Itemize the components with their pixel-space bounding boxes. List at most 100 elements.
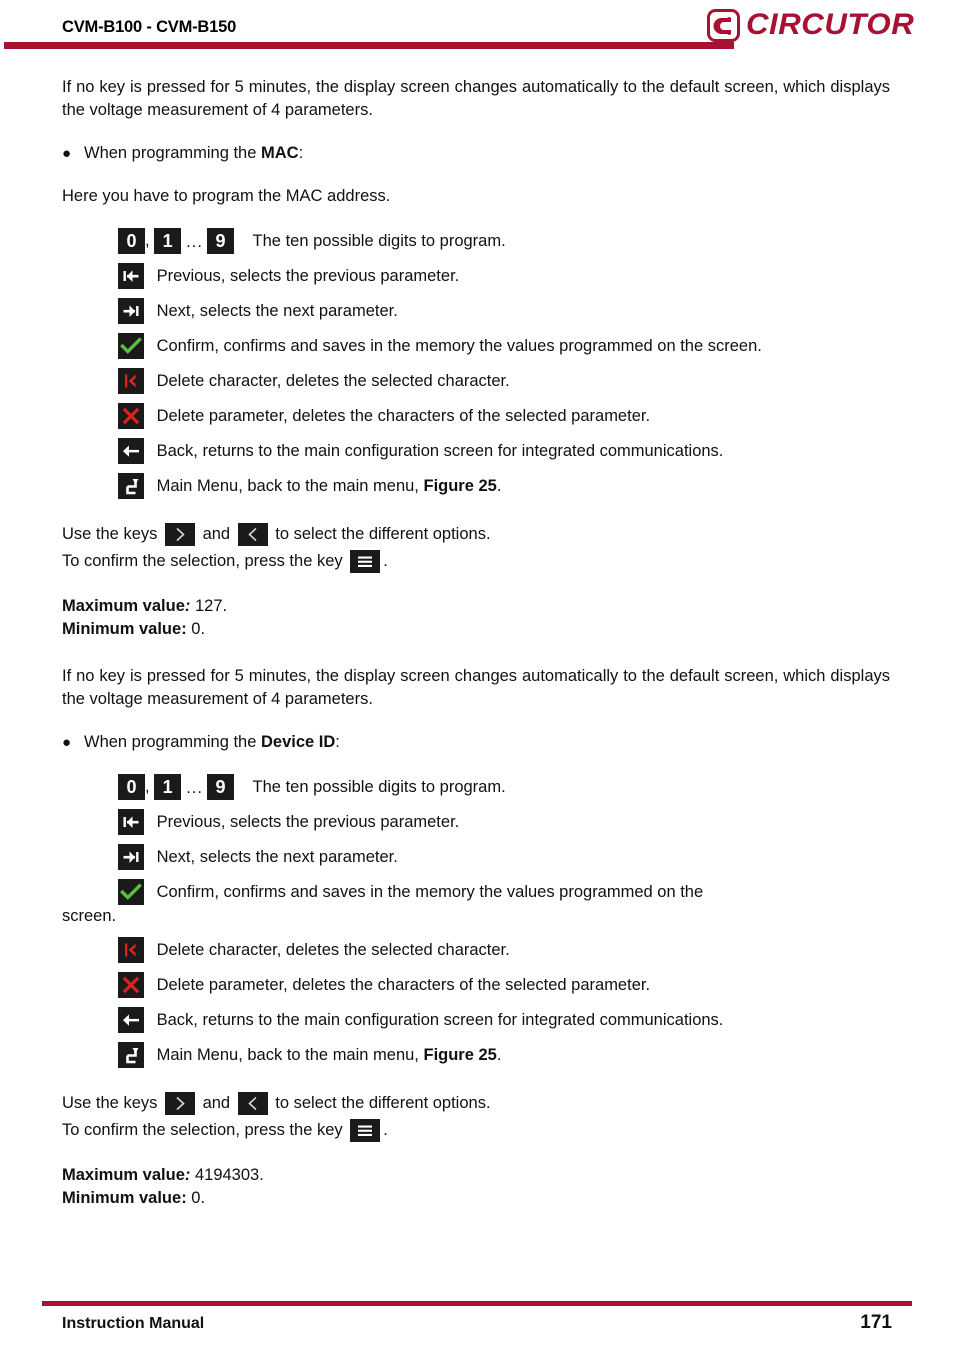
bullet-dot-icon: ● bbox=[62, 734, 72, 751]
section-2-bullet: ● When programming the Device ID: bbox=[62, 731, 890, 754]
maximum-value-label: Maximum value bbox=[62, 1166, 185, 1184]
key-row-previous: Previous, selects the previous parameter… bbox=[118, 809, 890, 835]
page-title: CVM-B100 - CVM-B150 bbox=[62, 18, 237, 36]
page-header: CVM-B100 - CVM-B150 CIRCUTOR bbox=[0, 0, 954, 58]
delete-parameter-label: Delete parameter, deletes the characters… bbox=[156, 406, 651, 425]
hamburger-menu-key-icon[interactable] bbox=[350, 550, 381, 574]
delete-character-icon[interactable] bbox=[118, 368, 144, 394]
next-label: Next, selects the next parameter. bbox=[156, 301, 398, 320]
section-2-bullet-suffix: : bbox=[335, 733, 340, 751]
use-keys-text-1: Use the keys bbox=[62, 1094, 158, 1112]
confirm-icon[interactable] bbox=[118, 333, 144, 359]
digit-key-9[interactable]: 9 bbox=[206, 228, 234, 254]
confirm-label-wrap: screen. bbox=[62, 907, 117, 925]
maximum-value-number: 4194303. bbox=[190, 1166, 264, 1184]
key-row-back: Back, returns to the main configuration … bbox=[118, 438, 890, 464]
section-1-minimum-value: Minimum value: 0. bbox=[62, 618, 890, 641]
key-row-next: Next, selects the next parameter. bbox=[118, 298, 890, 324]
digit-key-0[interactable]: 0 bbox=[118, 228, 145, 254]
use-keys-text-3: to select the different options. bbox=[275, 525, 491, 543]
previous-label: Previous, selects the previous parameter… bbox=[156, 266, 460, 285]
previous-label: Previous, selects the previous parameter… bbox=[156, 812, 460, 831]
section-1-bullet-suffix: : bbox=[298, 144, 304, 162]
use-keys-text-2: and bbox=[202, 525, 231, 543]
key-row-delete-parameter: Delete parameter, deletes the characters… bbox=[118, 403, 890, 429]
key-row-main-menu: Main Menu, back to the main menu, Figure… bbox=[118, 1042, 890, 1068]
back-icon[interactable] bbox=[118, 1007, 144, 1033]
previous-icon[interactable] bbox=[118, 263, 144, 289]
delete-character-label: Delete character, deletes the selected c… bbox=[156, 371, 510, 390]
page-footer: Instruction Manual 171 bbox=[62, 1312, 892, 1334]
header-accent-rule bbox=[4, 42, 734, 49]
main-menu-icon[interactable] bbox=[118, 473, 144, 499]
section-1-lead: Here you have to program the MAC address… bbox=[62, 187, 391, 205]
maximum-value-label: Maximum value bbox=[62, 597, 185, 615]
next-icon[interactable] bbox=[118, 298, 144, 324]
section-2-bullet-bold: Device ID bbox=[261, 733, 336, 751]
section-1-bullet-bold: MAC bbox=[261, 144, 299, 162]
minimum-value-label: Minimum value: bbox=[62, 620, 187, 638]
chevron-left-key-icon[interactable] bbox=[237, 523, 268, 547]
back-icon[interactable] bbox=[118, 438, 144, 464]
section-2-maximum-value: Maximum value: 4194303. bbox=[62, 1164, 890, 1187]
page-content: If no key is pressed for 5 minutes, the … bbox=[62, 76, 890, 1210]
confirm-selection-period: . bbox=[383, 1121, 388, 1139]
digit-key-1[interactable]: 1 bbox=[154, 228, 182, 254]
confirm-selection-period: . bbox=[383, 552, 388, 570]
section-1-keys-sentence: Use the keys and to select the different… bbox=[62, 521, 890, 575]
section-2-key-list: 0, 1... 9 The ten possible digits to prog… bbox=[62, 774, 890, 1068]
use-keys-text-1: Use the keys bbox=[62, 525, 158, 543]
chevron-left-key-icon[interactable] bbox=[237, 1092, 268, 1116]
minimum-value-number: 0. bbox=[186, 1189, 206, 1207]
footer-accent-rule bbox=[42, 1301, 912, 1306]
section-2-bullet-text: When programming the Device ID: bbox=[84, 731, 340, 754]
section-2-bullet-prefix: When programming the bbox=[84, 733, 261, 751]
confirm-label: Confirm, confirms and saves in the memor… bbox=[156, 336, 762, 355]
bullet-dot-icon: ● bbox=[62, 145, 72, 162]
next-icon[interactable] bbox=[118, 844, 144, 870]
circutor-logo-text: CIRCUTOR bbox=[746, 8, 915, 41]
key-row-main-menu: Main Menu, back to the main menu, Figure… bbox=[118, 473, 890, 499]
delete-character-icon[interactable] bbox=[118, 937, 144, 963]
key-row-digits: 0, 1... 9 The ten possible digits to prog… bbox=[118, 774, 890, 800]
delete-parameter-icon[interactable] bbox=[118, 972, 144, 998]
delete-parameter-icon[interactable] bbox=[118, 403, 144, 429]
key-row-delete-parameter: Delete parameter, deletes the characters… bbox=[118, 972, 890, 998]
section-1-bullet-prefix: When programming the bbox=[84, 144, 261, 162]
key-row-confirm: Confirm, confirms and saves in the memor… bbox=[62, 879, 890, 928]
use-keys-text-2: and bbox=[202, 1094, 231, 1112]
section-1-intro: If no key is pressed for 5 minutes, the … bbox=[62, 78, 890, 119]
section-2-keys-sentence: Use the keys and to select the different… bbox=[62, 1090, 890, 1144]
main-menu-icon[interactable] bbox=[118, 1042, 144, 1068]
digit-separator-comma: , bbox=[145, 231, 150, 250]
hamburger-menu-key-icon[interactable] bbox=[350, 1119, 381, 1143]
confirm-label: Confirm, confirms and saves in the memor… bbox=[156, 882, 704, 901]
main-menu-label: Main Menu, back to the main menu, Figure… bbox=[157, 1046, 502, 1064]
key-row-digits: 0, 1... 9 The ten possible digits to prog… bbox=[118, 228, 890, 254]
delete-parameter-label: Delete parameter, deletes the characters… bbox=[156, 975, 651, 994]
delete-character-label: Delete character, deletes the selected c… bbox=[156, 940, 510, 959]
digit-separator-comma: , bbox=[145, 777, 150, 796]
key-row-delete-character: Delete character, deletes the selected c… bbox=[118, 368, 890, 394]
chevron-right-key-icon[interactable] bbox=[164, 523, 195, 547]
back-label: Back, returns to the main configuration … bbox=[156, 1010, 724, 1029]
main-menu-label-prefix: Main Menu, back to the main menu, bbox=[156, 476, 424, 495]
key-row-back: Back, returns to the main configuration … bbox=[118, 1007, 890, 1033]
previous-icon[interactable] bbox=[118, 809, 144, 835]
confirm-icon[interactable] bbox=[118, 879, 144, 905]
section-1-maximum-value: Maximum value: 127. bbox=[62, 595, 890, 618]
digit-key-9[interactable]: 9 bbox=[206, 774, 234, 800]
key-row-delete-character: Delete character, deletes the selected c… bbox=[118, 937, 890, 963]
digit-keys-label: The ten possible digits to program. bbox=[252, 231, 506, 250]
digit-key-1[interactable]: 1 bbox=[154, 774, 182, 800]
back-label: Back, returns to the main configuration … bbox=[156, 441, 724, 460]
key-row-confirm: Confirm, confirms and saves in the memor… bbox=[118, 333, 890, 359]
chevron-right-key-icon[interactable] bbox=[164, 1092, 195, 1116]
main-menu-label-prefix: Main Menu, back to the main menu, bbox=[156, 1045, 424, 1064]
section-2-minimum-value: Minimum value: 0. bbox=[62, 1187, 890, 1210]
key-row-next: Next, selects the next parameter. bbox=[118, 844, 890, 870]
digit-key-0[interactable]: 0 bbox=[118, 774, 145, 800]
section-2-intro: If no key is pressed for 5 minutes, the … bbox=[62, 667, 890, 708]
section-1-key-list: 0, 1... 9 The ten possible digits to prog… bbox=[118, 228, 890, 499]
section-1-bullet-text: When programming the MAC: bbox=[84, 142, 303, 165]
